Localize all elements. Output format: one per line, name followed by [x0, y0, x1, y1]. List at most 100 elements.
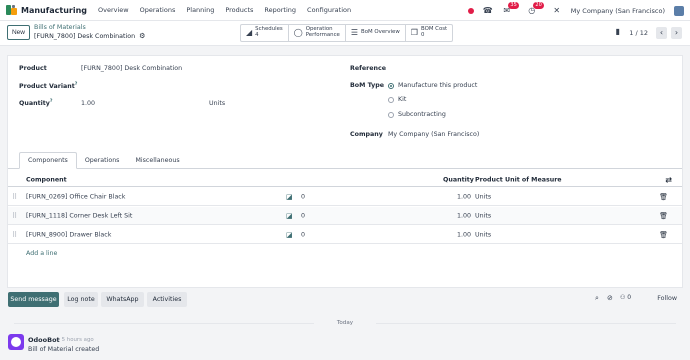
forecast-chart-icon[interactable]: ◪: [286, 212, 293, 220]
send-message-button[interactable]: Send message: [8, 292, 59, 307]
add-line-link[interactable]: Add a line: [26, 250, 57, 257]
settings-tools-icon[interactable]: ✕: [552, 6, 562, 16]
quantity-help-icon[interactable]: ?: [50, 99, 53, 104]
header-uom[interactable]: Product Unit of Measure: [475, 176, 562, 183]
manufacturing-app-icon[interactable]: [6, 5, 17, 15]
quantity-input[interactable]: 1.00: [81, 100, 95, 107]
area-chart-icon: ◢: [246, 28, 253, 38]
quantity-uom-field[interactable]: Units: [209, 100, 225, 107]
cube-icon: ❒: [410, 28, 418, 38]
radio-subcontracting-label: Subcontracting: [398, 111, 446, 118]
bom-cost-label: BOM Cost: [420, 26, 448, 33]
tab-components[interactable]: Components: [19, 152, 77, 169]
messages-badge: 35: [508, 1, 519, 9]
followers-count: 0: [627, 294, 632, 301]
activities-button[interactable]: Activities: [147, 292, 187, 307]
schedules-count: 4: [255, 32, 259, 38]
pager-previous-button[interactable]: ‹: [656, 26, 667, 39]
company-field[interactable]: My Company (San Francisco): [388, 131, 479, 138]
row-quantity[interactable]: 1.00: [457, 212, 471, 219]
search-icon[interactable]: ⌕: [595, 294, 599, 303]
row-forecast: 0: [301, 212, 306, 219]
phone-icon[interactable]: ☎: [483, 6, 493, 16]
table-row[interactable]: ⠿ [FURN_1118] Corner Desk Left Sit ◪ 0 1…: [8, 207, 682, 225]
gear-icon[interactable]: ⚙: [139, 32, 145, 40]
menu-products[interactable]: Products: [225, 6, 253, 14]
new-button[interactable]: New: [7, 25, 30, 40]
delete-row-icon[interactable]: 🗑: [659, 212, 668, 220]
forecast-chart-icon[interactable]: ◪: [286, 193, 293, 201]
product-field[interactable]: [FURN_7800] Desk Combination: [81, 65, 182, 72]
radio-subcontracting[interactable]: Subcontracting: [388, 111, 446, 118]
menu-configuration[interactable]: Configuration: [307, 6, 351, 14]
forecast-chart-icon[interactable]: ◪: [286, 231, 293, 239]
company-switcher[interactable]: My Company (San Francisco): [571, 7, 665, 15]
reference-label: Reference: [350, 65, 386, 72]
menu-operations[interactable]: Operations: [140, 6, 176, 14]
delete-row-icon[interactable]: 🗑: [659, 231, 668, 239]
message-author[interactable]: OdooBot: [28, 336, 60, 344]
date-separator: Today: [0, 320, 690, 326]
bom-type-label: BoM Type: [350, 82, 385, 89]
drag-handle-icon[interactable]: ⠿: [12, 193, 17, 201]
variant-label-text: Product Variant: [19, 83, 75, 91]
row-quantity[interactable]: 1.00: [457, 193, 471, 200]
menu-planning[interactable]: Planning: [186, 6, 214, 14]
status-dot-icon[interactable]: [467, 7, 474, 14]
menu-reporting[interactable]: Reporting: [264, 6, 296, 14]
operation-performance-button[interactable]: ◯ Operation Performance: [289, 25, 346, 41]
app-brand[interactable]: Manufacturing: [21, 6, 87, 15]
delete-row-icon[interactable]: 🗑: [659, 193, 668, 201]
table-row[interactable]: ⠿ [FURN_8900] Drawer Black ◪ 0 1.00 Unit…: [8, 226, 682, 244]
messages-icon[interactable]: ✉ 35: [502, 1, 519, 16]
paperclip-icon[interactable]: ⊘: [607, 294, 613, 302]
schedules-button[interactable]: ◢ Schedules 4: [241, 25, 289, 41]
menu-overview[interactable]: Overview: [98, 6, 129, 14]
row-quantity[interactable]: 1.00: [457, 231, 471, 238]
row-component[interactable]: [FURN_1118] Corner Desk Left Sit: [26, 212, 132, 219]
whatsapp-button[interactable]: WhatsApp: [101, 292, 144, 307]
components-table-header: Component Quantity Product Unit of Measu…: [8, 173, 682, 187]
pager-next-button[interactable]: ›: [671, 26, 682, 39]
table-row[interactable]: ⠿ [FURN_0269] Office Chair Black ◪ 0 1.0…: [8, 188, 682, 206]
row-forecast: 0: [301, 193, 306, 200]
odoobot-avatar[interactable]: [8, 334, 24, 350]
column-settings-icon[interactable]: ⇄: [665, 175, 672, 184]
activity-clock-icon[interactable]: ◷ 20: [527, 1, 544, 16]
row-uom[interactable]: Units: [475, 231, 491, 238]
radio-kit-label: Kit: [398, 96, 407, 103]
variant-help-icon[interactable]: ?: [75, 82, 78, 87]
follow-button[interactable]: Follow: [657, 295, 677, 302]
followers-icon[interactable]: ⚇ 0: [620, 294, 631, 301]
row-uom[interactable]: Units: [475, 212, 491, 219]
radio-unchecked-icon: [388, 96, 394, 103]
radio-checked-icon: [388, 82, 394, 89]
header-component[interactable]: Component: [26, 176, 67, 183]
row-component[interactable]: [FURN_8900] Drawer Black: [26, 231, 111, 238]
activities-badge: 20: [533, 1, 544, 9]
tab-operations[interactable]: Operations: [77, 152, 128, 169]
bom-overview-button[interactable]: ☰ BoM Overview: [346, 25, 406, 41]
bom-cost-button[interactable]: ❒ BOM Cost 0: [406, 25, 452, 41]
row-uom[interactable]: Units: [475, 193, 491, 200]
message-body: Bill of Material created: [28, 346, 100, 353]
header-quantity[interactable]: Quantity: [443, 176, 474, 183]
row-component[interactable]: [FURN_0269] Office Chair Black: [26, 193, 125, 200]
schedules-label: Schedules: [255, 26, 283, 33]
quantity-label-text: Quantity: [19, 100, 50, 108]
product-label: Product: [19, 65, 47, 72]
bom-cost-value: 0: [420, 32, 425, 38]
attachment-file-icon[interactable]: ▮: [616, 27, 620, 36]
user-avatar[interactable]: [674, 5, 684, 16]
drag-handle-icon[interactable]: ⠿: [12, 231, 17, 239]
radio-unchecked-icon: [388, 111, 394, 118]
drag-handle-icon[interactable]: ⠿: [12, 212, 17, 220]
breadcrumb-parent[interactable]: Bills of Materials: [34, 24, 86, 31]
pager-value[interactable]: 1 / 12: [629, 29, 648, 37]
radio-kit[interactable]: Kit: [388, 96, 406, 103]
log-note-button[interactable]: Log note: [64, 292, 98, 307]
product-variant-label: Product Variant?: [19, 82, 77, 90]
radio-manufacture[interactable]: Manufacture this product: [388, 82, 477, 89]
tab-miscellaneous[interactable]: Miscellaneous: [127, 152, 187, 169]
chatter-toolbar: Send message Log note WhatsApp Activitie…: [7, 292, 683, 308]
